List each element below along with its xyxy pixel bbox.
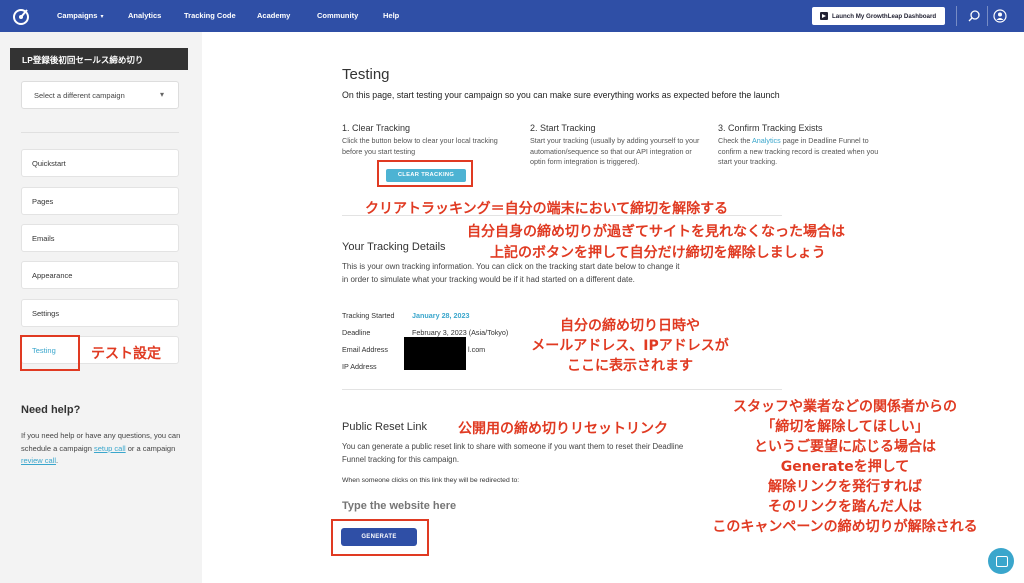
nav-tracking-code[interactable]: Tracking Code [184, 11, 236, 20]
logo-icon[interactable] [10, 6, 32, 26]
annotation-reset-label: 公開用の締め切りリセットリンク [458, 421, 668, 437]
annotation-staff-line4: Generateを押して [780, 459, 910, 475]
chat-icon[interactable] [988, 548, 1014, 574]
nav-divider [956, 6, 957, 26]
deadline-label: Deadline [342, 328, 371, 337]
launch-dashboard-label: Launch My GrowthLeap Dashboard [832, 12, 937, 20]
redaction-box [404, 337, 466, 370]
sidebar-item-settings[interactable]: Settings [21, 299, 179, 327]
step-2-title: 2. Start Tracking [530, 123, 596, 133]
sidebar-item-pages[interactable]: Pages [21, 187, 179, 215]
campaign-select-placeholder: Select a different campaign [34, 91, 125, 100]
annotation-clear-line3: 上記のボタンを押して自分だけ締切を解除しましょう [490, 245, 826, 261]
annotation-staff-line3: というご要望に応じる場合は [754, 439, 936, 455]
annotation-details-line3: ここに表示されます [567, 358, 693, 374]
annotation-staff-line1: スタッフや業者などの関係者からの [733, 399, 957, 415]
annotation-staff-line2: 「締切を解除してほしい」 [761, 419, 929, 435]
step-3-text: Check the Analytics page in Deadline Fun… [718, 136, 879, 166]
email-value: l.com [468, 345, 486, 354]
step-1-title: 1. Clear Tracking [342, 123, 411, 133]
nav-help[interactable]: Help [383, 11, 399, 20]
chevron-down-icon: ▾ [100, 14, 104, 20]
chevron-down-icon: ▾ [159, 90, 164, 99]
step-2-text: Start your tracking (usually by adding y… [530, 136, 700, 166]
user-icon[interactable] [993, 9, 1007, 23]
campaign-name: LP登録後初回セールス締め切り [10, 48, 188, 70]
section-divider [342, 389, 782, 390]
nav-analytics[interactable]: Analytics [128, 11, 161, 20]
sidebar-item-emails[interactable]: Emails [21, 224, 179, 252]
deadline-value: February 3, 2023 (Asia/Tokyo) [412, 328, 509, 337]
tracking-details-desc: This is your own tracking information. Y… [342, 262, 680, 284]
launch-dashboard-button[interactable]: Launch My GrowthLeap Dashboard [812, 7, 945, 25]
step-1-text: Click the button below to clear your loc… [342, 136, 498, 156]
review-call-link[interactable]: review call [21, 456, 56, 465]
sidebar-item-appearance[interactable]: Appearance [21, 261, 179, 289]
help-text: If you need help or have any questions, … [21, 431, 181, 465]
annotation-clear-line1: クリアトラッキング＝自分の端末において締切を解除する [365, 201, 729, 217]
page-intro: On this page, start testing your campaig… [342, 90, 780, 100]
annotation-details-line2: メールアドレス、IPアドレスが [531, 338, 729, 354]
annotation-testing-label: テスト設定 [91, 346, 161, 362]
nav-community[interactable]: Community [317, 11, 358, 20]
campaign-select[interactable]: Select a different campaign ▾ [21, 81, 179, 109]
page-title: Testing [342, 66, 390, 83]
reset-link-title: Public Reset Link [342, 421, 427, 433]
annotation-box-generate [331, 519, 429, 556]
tracking-started-label: Tracking Started [342, 311, 395, 320]
annotation-box-testing [20, 335, 80, 371]
redirect-label: When someone clicks on this link they wi… [342, 477, 520, 484]
annotation-staff-line7: このキャンペーンの締め切りが解除される [712, 519, 978, 535]
search-icon[interactable] [967, 9, 981, 23]
email-label: Email Address [342, 345, 388, 354]
help-title: Need help? [21, 404, 81, 416]
launch-icon [820, 12, 828, 20]
tracking-details-title: Your Tracking Details [342, 241, 446, 253]
tracking-started-value[interactable]: January 28, 2023 [412, 311, 470, 320]
nav-campaigns[interactable]: Campaigns ▾ [57, 11, 103, 20]
ip-label: IP Address [342, 362, 377, 371]
sidebar: LP登録後初回セールス締め切り Select a different campa… [0, 32, 202, 583]
annotation-box-clear [377, 160, 473, 187]
nav-divider [987, 6, 988, 26]
redirect-url-input[interactable] [342, 494, 642, 514]
setup-call-link[interactable]: setup call [94, 444, 126, 453]
reset-link-desc: You can generate a public reset link to … [342, 442, 684, 464]
nav-academy[interactable]: Academy [257, 11, 290, 20]
step-3-title: 3. Confirm Tracking Exists [718, 123, 823, 133]
top-nav: Campaigns ▾ Analytics Tracking Code Acade… [0, 0, 1024, 32]
sidebar-item-quickstart[interactable]: Quickstart [21, 149, 179, 177]
annotation-clear-line2: 自分自身の締め切りが過ぎてサイトを見れなくなった場合は [467, 224, 845, 240]
analytics-link[interactable]: Analytics [752, 136, 781, 145]
annotation-staff-line6: そのリンクを踏んだ人は [768, 499, 922, 515]
annotation-details-line1: 自分の締め切り日時や [560, 318, 700, 334]
annotation-staff-line5: 解除リンクを発行すれば [768, 479, 922, 495]
sidebar-divider [21, 132, 179, 133]
